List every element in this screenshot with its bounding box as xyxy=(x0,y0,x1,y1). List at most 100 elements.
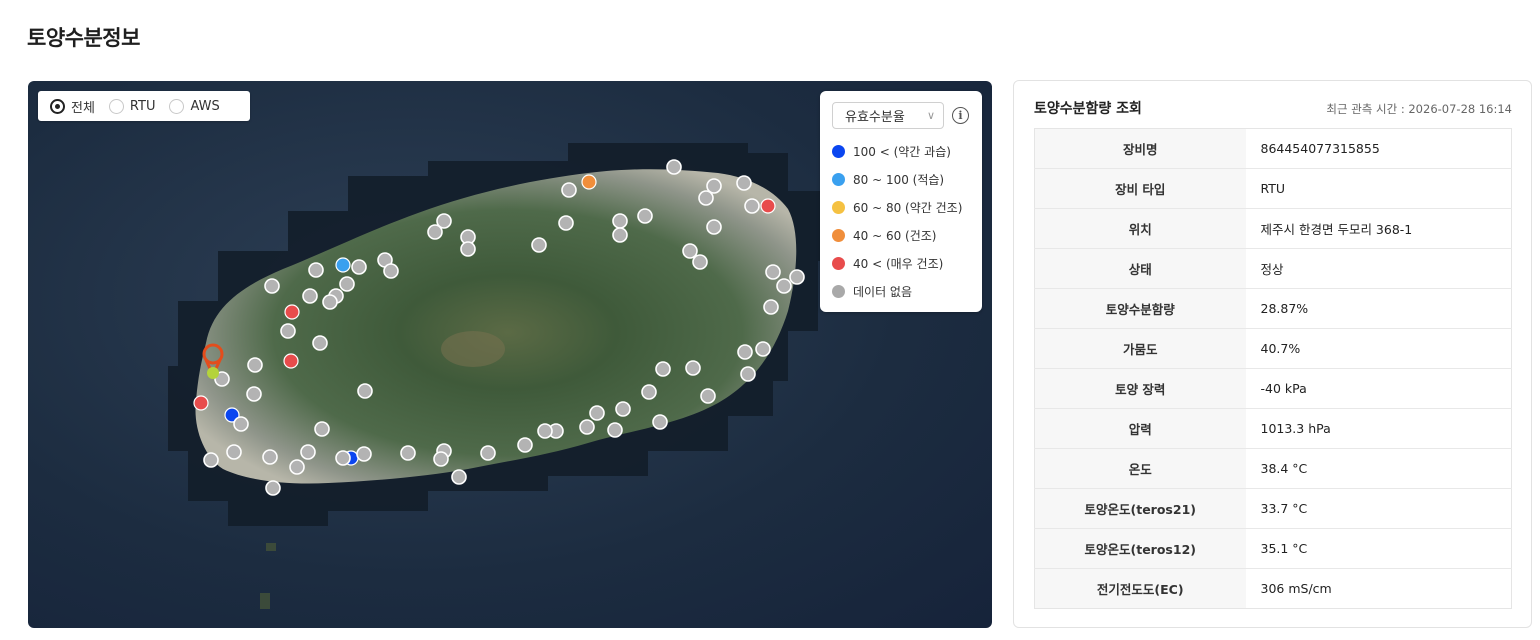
station-marker[interactable] xyxy=(615,401,631,417)
station-marker[interactable] xyxy=(356,446,372,462)
legend-swatch xyxy=(832,200,845,214)
station-marker[interactable] xyxy=(203,452,219,468)
station-marker[interactable] xyxy=(302,288,318,304)
station-marker[interactable] xyxy=(537,423,553,439)
station-marker[interactable] xyxy=(193,395,209,411)
legend-metric-select[interactable]: 유효수분율 ∨ xyxy=(832,102,944,129)
station-marker[interactable] xyxy=(226,444,242,460)
detail-value: RTU xyxy=(1245,168,1512,209)
station-marker[interactable] xyxy=(264,278,280,294)
station-marker[interactable] xyxy=(589,405,605,421)
station-marker[interactable] xyxy=(641,384,657,400)
station-marker[interactable] xyxy=(314,421,330,437)
detail-row: 압력 1013.3 hPa xyxy=(1034,408,1512,449)
station-marker[interactable] xyxy=(607,422,623,438)
detail-key: 온도 xyxy=(1034,448,1246,489)
station-marker[interactable] xyxy=(265,480,281,496)
station-marker[interactable] xyxy=(561,182,577,198)
station-marker[interactable] xyxy=(612,213,628,229)
station-marker[interactable] xyxy=(698,190,714,206)
station-marker[interactable] xyxy=(284,304,300,320)
radio-indicator xyxy=(108,98,124,114)
chevron-down-icon: ∨ xyxy=(926,109,935,122)
station-marker[interactable] xyxy=(531,237,547,253)
station-marker[interactable] xyxy=(460,241,476,257)
station-marker[interactable] xyxy=(760,198,776,214)
station-marker[interactable] xyxy=(776,278,792,294)
legend-select-value: 유효수분율 xyxy=(845,110,905,125)
filter-radio-aws[interactable]: AWS xyxy=(169,98,220,114)
station-marker[interactable] xyxy=(339,276,355,292)
station-marker[interactable] xyxy=(666,159,682,175)
station-marker[interactable] xyxy=(312,335,328,351)
station-marker[interactable] xyxy=(233,416,249,432)
filter-radio-all[interactable]: 전체 xyxy=(50,97,95,116)
station-marker[interactable] xyxy=(652,414,668,430)
station-marker[interactable] xyxy=(335,257,351,273)
legend-swatch xyxy=(832,256,845,270)
station-marker[interactable] xyxy=(744,198,760,214)
station-marker[interactable] xyxy=(262,449,278,465)
station-marker[interactable] xyxy=(433,451,449,467)
legend-item: 데이터 없음 xyxy=(832,277,970,305)
mountain-peak xyxy=(441,331,505,367)
detail-value: 38.4 °C xyxy=(1245,448,1512,489)
detail-value: 28.87% xyxy=(1245,288,1512,329)
radio-indicator xyxy=(169,98,185,114)
station-marker[interactable] xyxy=(692,254,708,270)
map-panel[interactable]: 전체 RTU AWS 유효수분율 ∨ i 100 < (약간 과습) 80 ~ … xyxy=(28,81,992,628)
page-title: 토양수분정보 xyxy=(27,26,140,50)
station-marker[interactable] xyxy=(637,208,653,224)
station-marker[interactable] xyxy=(322,294,338,310)
station-marker[interactable] xyxy=(289,459,305,475)
station-marker[interactable] xyxy=(685,360,701,376)
station-marker[interactable] xyxy=(517,437,533,453)
detail-value: 제주시 한경면 두모리 368-1 xyxy=(1245,208,1512,249)
station-marker[interactable] xyxy=(736,175,752,191)
station-marker[interactable] xyxy=(579,419,595,435)
station-marker[interactable] xyxy=(682,243,698,259)
station-marker[interactable] xyxy=(247,357,263,373)
station-marker[interactable] xyxy=(246,386,262,402)
filter-label: RTU xyxy=(129,98,156,114)
station-marker[interactable] xyxy=(737,344,753,360)
station-marker[interactable] xyxy=(335,450,351,466)
detail-row: 장비 타입 RTU xyxy=(1034,168,1512,209)
legend-label: 80 ~ 100 (적습) xyxy=(853,172,945,187)
station-marker[interactable] xyxy=(400,445,416,461)
station-marker[interactable] xyxy=(789,269,805,285)
station-marker[interactable] xyxy=(283,353,299,369)
station-marker[interactable] xyxy=(612,227,628,243)
panel-title: 토양수분함량 조회 xyxy=(1034,101,1142,117)
detail-row: 장비명 864454077315855 xyxy=(1034,128,1512,169)
station-marker[interactable] xyxy=(480,445,496,461)
station-marker[interactable] xyxy=(357,383,373,399)
station-marker[interactable] xyxy=(765,264,781,280)
detail-value: 40.7% xyxy=(1245,328,1512,369)
station-marker[interactable] xyxy=(700,388,716,404)
map-legend: 유효수분율 ∨ i 100 < (약간 과습) 80 ~ 100 (적습) 60… xyxy=(820,91,982,312)
station-marker[interactable] xyxy=(300,444,316,460)
station-marker[interactable] xyxy=(427,224,443,240)
station-marker[interactable] xyxy=(280,323,296,339)
last-observation-time: 최근 관측 시간 : 2026-07-28 16:14 xyxy=(1326,102,1512,116)
station-marker[interactable] xyxy=(655,361,671,377)
station-marker[interactable] xyxy=(740,366,756,382)
filter-radio-rtu[interactable]: RTU xyxy=(108,98,156,114)
station-marker[interactable] xyxy=(451,469,467,485)
station-marker[interactable] xyxy=(558,215,574,231)
station-marker[interactable] xyxy=(383,263,399,279)
station-marker[interactable] xyxy=(308,262,324,278)
detail-key: 토양온도(teros21) xyxy=(1034,488,1246,529)
station-marker[interactable] xyxy=(581,174,597,190)
station-marker[interactable] xyxy=(351,259,367,275)
station-marker[interactable] xyxy=(763,299,779,315)
detail-key: 전기전도도(EC) xyxy=(1034,568,1246,609)
detail-value: 33.7 °C xyxy=(1245,488,1512,529)
legend-label: 40 < (매우 건조) xyxy=(853,256,944,271)
detail-value: 864454077315855 xyxy=(1245,128,1512,169)
station-marker[interactable] xyxy=(755,341,771,357)
legend-label: 40 ~ 60 (건조) xyxy=(853,228,937,243)
info-icon[interactable]: i xyxy=(952,107,969,124)
station-marker[interactable] xyxy=(706,219,722,235)
